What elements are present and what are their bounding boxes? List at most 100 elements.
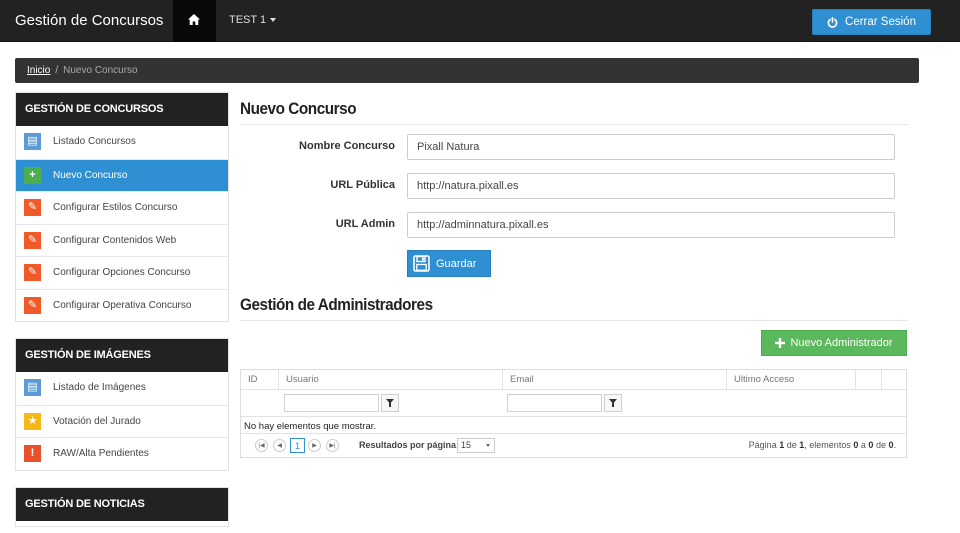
page-size-label: Resultados por página: [359,440,460,450]
page-size-select[interactable]: 15 [457,438,495,453]
floppy-disk-icon [413,255,430,272]
sidebar-item-configurar-contenidos-web[interactable]: ✎ Configurar Contenidos Web [16,223,228,257]
add-admin-button[interactable]: Nuevo Administrador [761,330,907,356]
power-icon [827,16,838,28]
sidebar-item-listado-de-imagenes[interactable]: ▤ Listado de Imágenes [16,372,228,405]
sidebar-item-configurar-opciones-concurso[interactable]: ✎ Configurar Opciones Concurso [16,256,228,289]
sidebar-item-nuevo-concurso[interactable]: + Nuevo Concurso [16,158,228,191]
admin-url-label: URL Admin [335,218,395,230]
pager-info-a: a [860,440,866,450]
page: Gestión de Concursos TEST 1 Cerrar Sesió… [0,0,960,533]
sidebar-item-listado-concursos[interactable]: ▤ Listado Concursos [16,126,228,159]
warning-icon: ! [24,445,41,462]
sidebar-menu-contests: ▤ Listado Concursos + Nuevo Concurso ✎ Config… [16,126,228,321]
project-dropdown-label: TEST 1 [229,14,267,26]
column-header-last-access[interactable]: Ultimo Acceso [726,370,855,390]
wrench-icon: ✎ [24,264,41,281]
column-header-id[interactable]: ID [241,370,278,390]
sidebar-item-label: Configurar Operativa Concurso [53,299,192,311]
app-brand[interactable]: Gestión de Concursos [15,12,163,29]
sidebar-heading-images: GESTIÓN DE IMÁGENES [16,339,228,372]
user-filter-button[interactable] [381,394,399,412]
document-icon: ▤ [24,133,41,150]
user-filter-input[interactable] [284,394,379,412]
sidebar-panel-news: GESTIÓN DE NOTICIAS [15,487,229,527]
admins-grid: ID Usuario Email Ultimo Acceso No hay el… [240,369,907,458]
breadcrumb-current: Nuevo Concurso [63,65,138,76]
sidebar-item-label: Configurar Opciones Concurso [53,267,191,278]
pager-info-page: 1 [779,440,785,450]
page-size-value: 15 [461,440,472,450]
sidebar-item-label: Configurar Estilos Concurso [53,202,178,213]
logout-label: Cerrar Sesión [845,16,916,28]
sidebar-item-votacion-del-jurado[interactable]: ★ Votación del Jurado [16,404,228,438]
column-header-action-1 [855,370,881,390]
column-header-email[interactable]: Email [502,370,726,390]
title-divider [240,124,908,125]
wrench-icon: ✎ [24,231,41,249]
email-filter-button[interactable] [604,394,622,412]
sidebar-panel-contests: GESTIÓN DE CONCURSOS ▤ Listado Concursos +… [15,92,229,322]
logout-button[interactable]: Cerrar Sesión [812,9,931,35]
admins-title-divider [240,320,908,321]
sidebar-item-raw-alta-pendientes[interactable]: ! RAW/Alta Pendientes [16,437,228,470]
email-filter-input[interactable] [507,394,602,412]
pager-info-of: de [786,440,797,450]
sidebar-item-label: Votación del Jurado [53,415,141,427]
sidebar-heading-contests: GESTIÓN DE CONCURSOS [16,93,228,126]
public-url-label: URL Pública [330,179,395,191]
pager-info-to: 0 [868,440,874,450]
home-button[interactable] [173,0,216,42]
save-button[interactable]: Guardar [407,250,491,277]
prev-page-button[interactable]: ◀ [273,439,286,452]
pager-info-items: , elementos [804,440,851,450]
grid-header: ID Usuario Email Ultimo Acceso [241,370,906,390]
empty-grid-message: No hay elementos que mostrar. [244,421,377,432]
star-icon: ★ [24,412,41,430]
sidebar-item-label: Configurar Contenidos Web [53,234,177,246]
page-number-current[interactable]: 1 [290,438,305,453]
sidebar-item-configurar-operativa-concurso[interactable]: ✎ Configurar Operativa Concurso [16,288,228,322]
wrench-icon: ✎ [24,199,41,216]
project-dropdown[interactable]: TEST 1 [229,14,277,26]
plus-icon: + [24,166,41,184]
sidebar-item-label: Listado Concursos [53,136,136,147]
breadcrumb-separator: / [55,65,59,76]
last-page-button[interactable]: ▶| [326,439,339,452]
filter-icon [609,399,617,407]
admin-url-input[interactable]: http://adminnatura.pixall.es [407,212,895,238]
grid-pager: |◀ ◀ 1 ▶ ▶| Resultados por página: 15 Pá… [241,433,906,457]
admins-section-title: Gestión de Administradores [240,295,433,314]
filter-icon [386,399,394,407]
plus-icon [775,338,786,348]
sidebar-menu-images: ▤ Listado de Imágenes ★ Votación del Jurado… [16,372,228,470]
next-page-button[interactable]: ▶ [308,439,321,452]
column-header-action-2 [881,370,906,390]
chevron-down-icon [270,18,277,23]
first-page-button[interactable]: |◀ [255,439,268,452]
sidebar-item-configurar-estilos-concurso[interactable]: ✎ Configurar Estilos Concurso [16,191,228,224]
sidebar-item-label: Nuevo Concurso [53,169,128,181]
column-header-user[interactable]: Usuario [278,370,502,390]
breadcrumb-home-link[interactable]: Inicio [27,65,50,76]
pager-info-from: 0 [853,440,859,450]
sidebar-item-label: Listado de Imágenes [53,382,146,393]
sidebar-panel-images: GESTIÓN DE IMÁGENES ▤ Listado de Imágenes… [15,338,229,471]
top-navbar: Gestión de Concursos TEST 1 Cerrar Sesió… [0,0,960,42]
contest-name-label: Nombre Concurso [299,140,395,152]
contest-name-input[interactable]: Pixall Natura [407,134,895,160]
pager-info-de: de [875,440,886,450]
pager-info-end: . [893,440,896,450]
sidebar-heading-news: GESTIÓN DE NOTICIAS [16,488,228,521]
breadcrumb: Inicio / Nuevo Concurso [15,58,919,83]
document-icon: ▤ [24,379,41,396]
pager-info: Página 1 de 1, elementos 0 a 0 de 0. [749,440,896,450]
grid-filter-row [241,390,906,417]
home-icon [188,14,200,25]
pager-info-prefix: Página [748,440,777,450]
save-button-label: Guardar [436,257,477,270]
add-admin-button-label: Nuevo Administrador [790,337,893,349]
public-url-input[interactable]: http://natura.pixall.es [407,173,895,199]
sidebar-item-label: RAW/Alta Pendientes [53,448,149,459]
chevron-down-icon [486,444,490,447]
